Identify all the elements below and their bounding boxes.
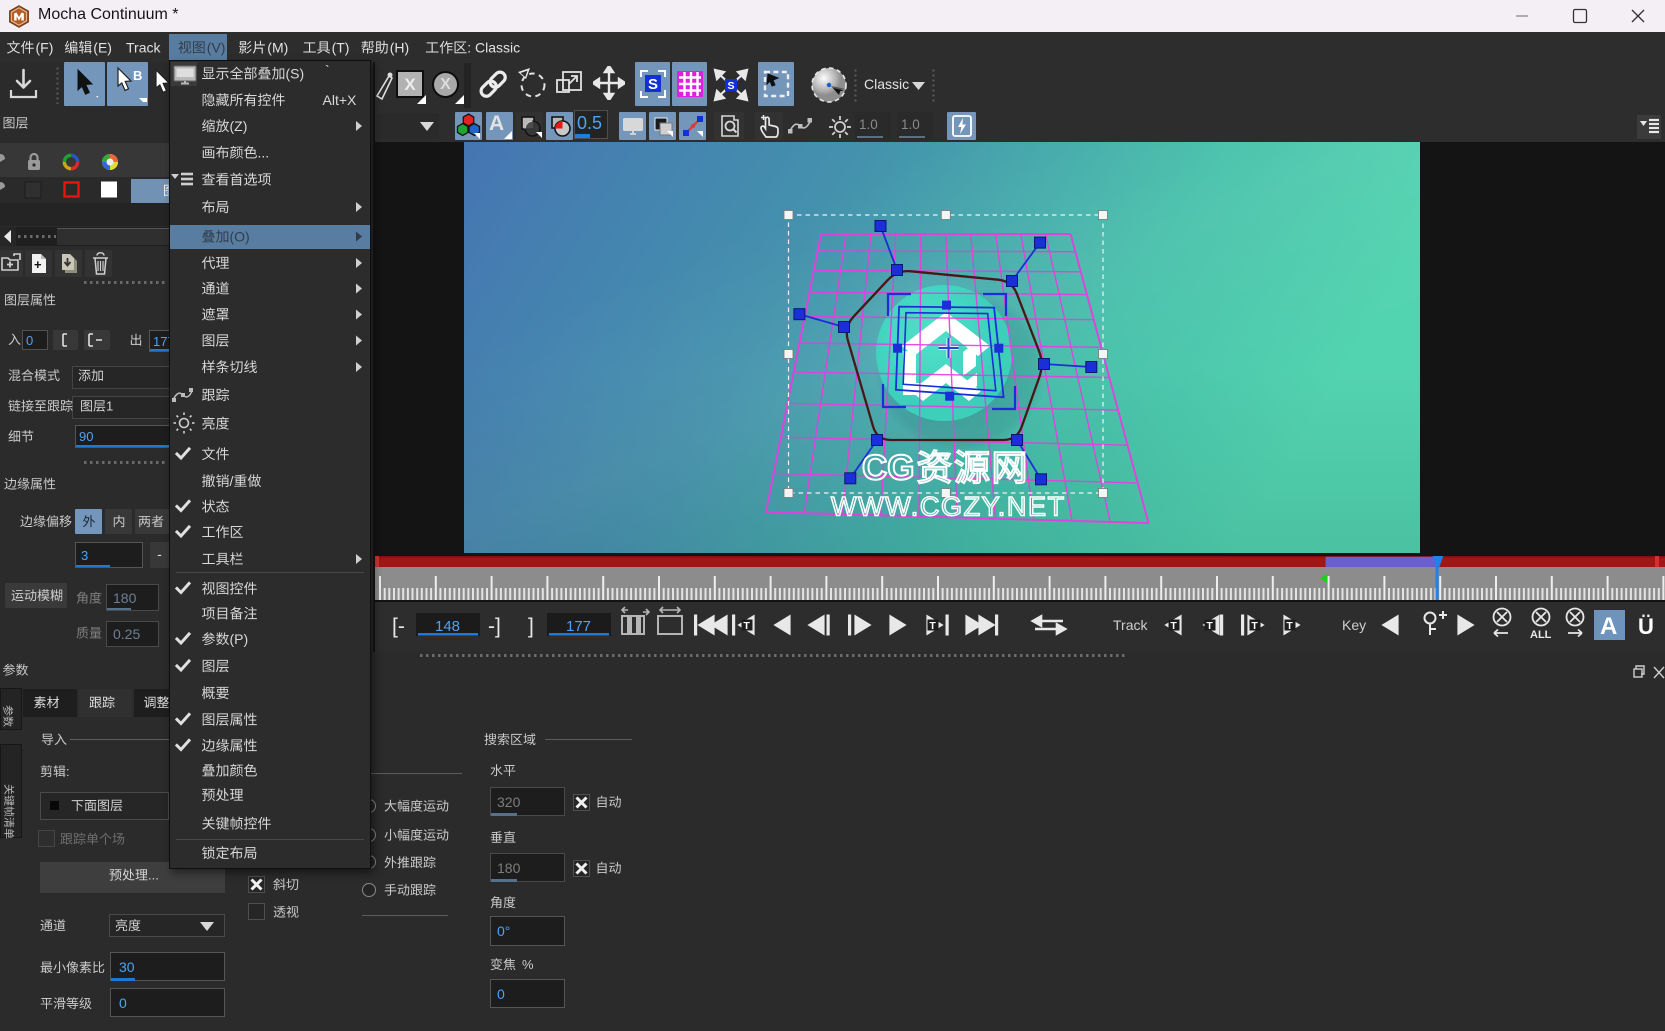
svg-text:Track: Track bbox=[1113, 617, 1148, 633]
svg-text:-]: -] bbox=[488, 615, 501, 638]
svg-text:T: T bbox=[1251, 620, 1258, 632]
svg-text:S: S bbox=[648, 76, 658, 93]
svg-text:T: T bbox=[929, 620, 936, 632]
svg-text:T: T bbox=[1170, 620, 1177, 632]
svg-text:T: T bbox=[743, 620, 750, 632]
svg-text:[-: [- bbox=[392, 615, 405, 638]
svg-text:A: A bbox=[1600, 613, 1617, 640]
svg-text:+: + bbox=[34, 257, 42, 272]
svg-text:]: ] bbox=[528, 615, 534, 638]
svg-text:177: 177 bbox=[566, 618, 591, 635]
svg-text:T: T bbox=[1206, 620, 1213, 632]
svg-text:S: S bbox=[728, 80, 735, 92]
svg-text:Key: Key bbox=[1342, 617, 1366, 633]
svg-text:ALL: ALL bbox=[1530, 629, 1552, 641]
svg-text:B: B bbox=[133, 68, 142, 83]
svg-text:148: 148 bbox=[435, 618, 460, 635]
svg-text:Ü: Ü bbox=[1638, 614, 1654, 639]
svg-text:T: T bbox=[1286, 620, 1293, 632]
